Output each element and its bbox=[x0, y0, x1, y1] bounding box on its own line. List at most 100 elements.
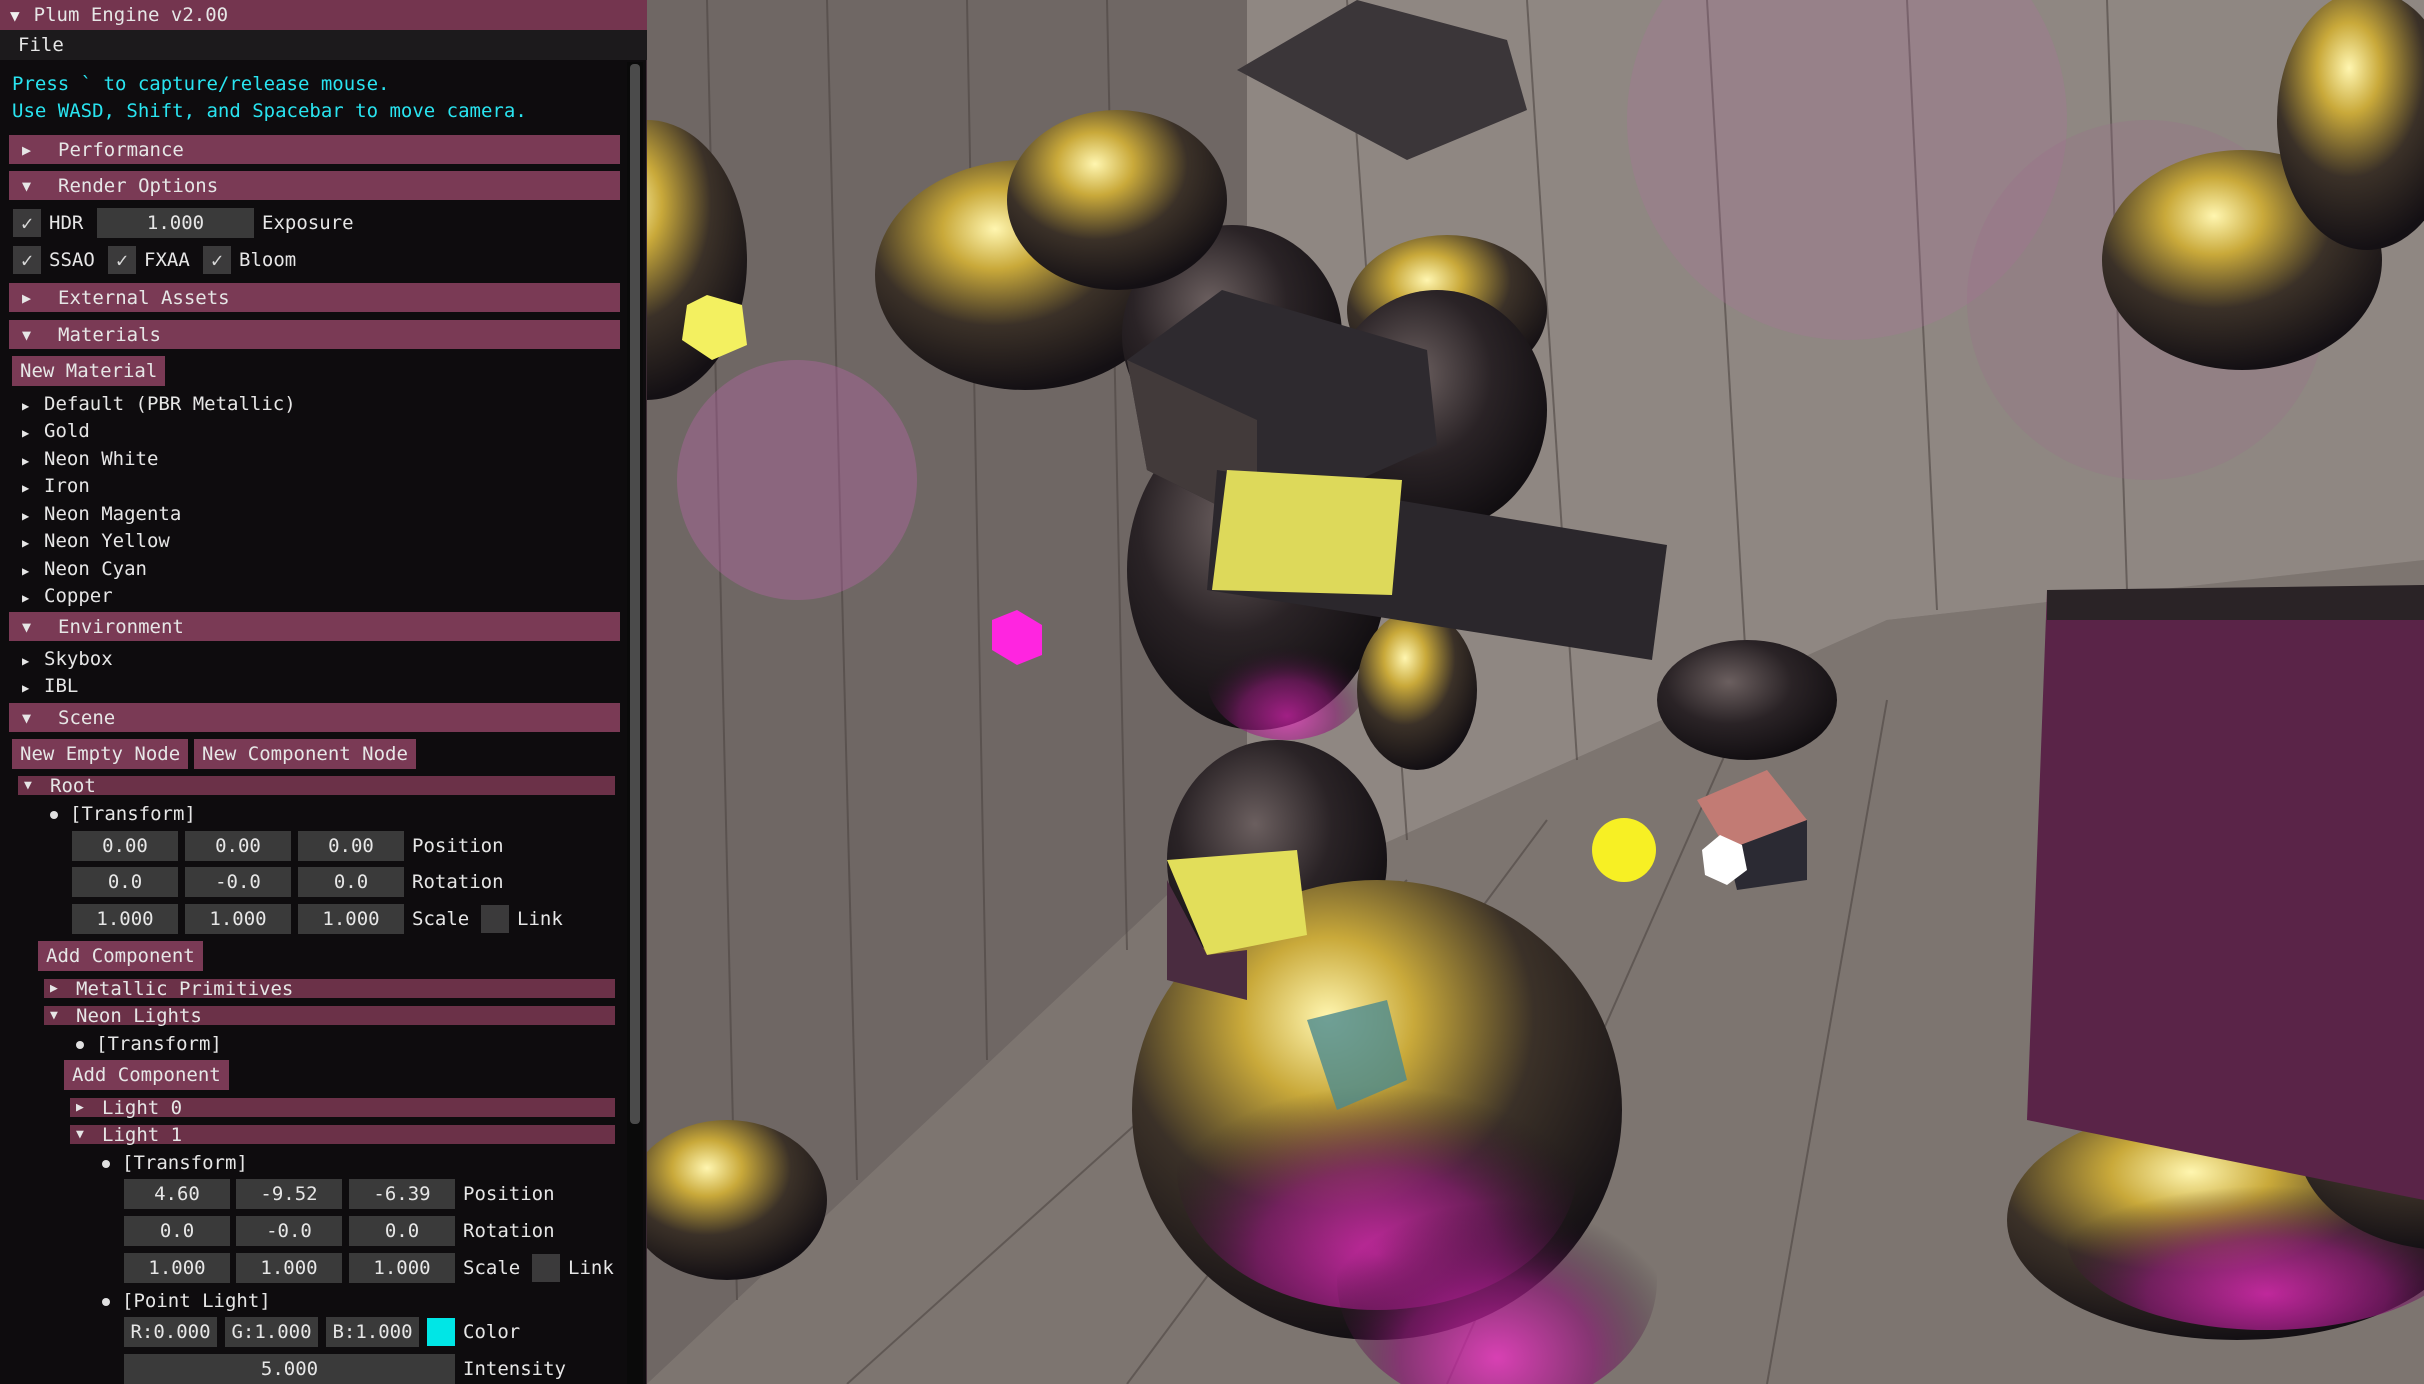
collapse-arrow-icon: ▼ bbox=[22, 325, 32, 344]
light1-position-z[interactable]: -6.39 bbox=[349, 1179, 455, 1209]
root-position-z[interactable]: 0.00 bbox=[298, 831, 404, 861]
tree-node-root[interactable]: ▼ Root bbox=[18, 775, 615, 797]
expand-arrow-icon: ▶ bbox=[22, 140, 32, 159]
color-r-field[interactable]: R:0.000 bbox=[124, 1317, 217, 1347]
light1-position-x[interactable]: 4.60 bbox=[124, 1179, 230, 1209]
root-rotation-x[interactable]: 0.0 bbox=[72, 867, 178, 897]
light1-scale-z[interactable]: 1.000 bbox=[349, 1253, 455, 1283]
position-label: Position bbox=[412, 835, 504, 857]
environment-label: Skybox bbox=[44, 648, 113, 670]
expand-arrow-icon: ▶ bbox=[22, 591, 30, 605]
neon-lights-transform: [Transform] bbox=[76, 1033, 222, 1055]
material-label: Neon Yellow bbox=[44, 530, 170, 552]
tree-node-metallic-primitives[interactable]: ▶ Metallic Primitives bbox=[44, 977, 615, 1000]
hdr-checkbox[interactable]: ✓ bbox=[13, 209, 41, 237]
bullet-icon bbox=[50, 810, 58, 819]
tree-node-neon-lights[interactable]: ▼ Neon Lights bbox=[44, 1005, 615, 1027]
material-item[interactable]: ▶ Default (PBR Metallic) bbox=[22, 393, 296, 415]
section-label: Scene bbox=[58, 706, 116, 729]
root-scale-z[interactable]: 1.000 bbox=[298, 904, 404, 934]
section-render-options[interactable]: ▼ Render Options bbox=[9, 171, 620, 200]
material-item[interactable]: ▶ Gold bbox=[22, 420, 90, 442]
light1-rotation-x[interactable]: 0.0 bbox=[124, 1216, 230, 1246]
section-environment[interactable]: ▼ Environment bbox=[9, 612, 620, 641]
expand-arrow-icon: ▶ bbox=[22, 681, 30, 695]
environment-item[interactable]: ▶ IBL bbox=[22, 675, 78, 697]
root-transform: [Transform] bbox=[50, 803, 196, 825]
ssao-checkbox[interactable]: ✓ bbox=[13, 246, 41, 274]
material-item[interactable]: ▶ Copper bbox=[22, 585, 113, 607]
expand-arrow-icon: ▶ bbox=[22, 654, 30, 668]
section-performance[interactable]: ▶ Performance bbox=[9, 135, 620, 164]
bloom-checkbox[interactable]: ✓ bbox=[203, 246, 231, 274]
light1-scale-x[interactable]: 1.000 bbox=[124, 1253, 230, 1283]
material-item[interactable]: ▶ Neon Cyan bbox=[22, 558, 147, 580]
section-scene[interactable]: ▼ Scene bbox=[9, 703, 620, 732]
bullet-icon bbox=[76, 1040, 84, 1049]
expand-arrow-icon: ▶ bbox=[22, 426, 30, 440]
expand-arrow-icon: ▶ bbox=[22, 509, 30, 523]
add-component-button[interactable]: Add Component bbox=[38, 941, 203, 971]
check-icon: ✓ bbox=[20, 211, 34, 235]
scene-render bbox=[647, 0, 2424, 1384]
root-link-checkbox[interactable] bbox=[481, 905, 509, 933]
material-label: Neon White bbox=[44, 448, 159, 470]
panel-scrollbar[interactable] bbox=[627, 62, 643, 1384]
root-rotation-z[interactable]: 0.0 bbox=[298, 867, 404, 897]
tree-node-light-0[interactable]: ▶ Light 0 bbox=[70, 1096, 615, 1119]
light1-transform: [Transform] bbox=[102, 1152, 248, 1174]
new-empty-node-button[interactable]: New Empty Node bbox=[12, 739, 189, 769]
section-label: Materials bbox=[58, 323, 161, 346]
light1-link-checkbox[interactable] bbox=[532, 1254, 560, 1282]
light1-rotation-z[interactable]: 0.0 bbox=[349, 1216, 455, 1246]
material-item[interactable]: ▶ Neon Yellow bbox=[22, 530, 170, 552]
node-label: Metallic Primitives bbox=[76, 977, 294, 1000]
material-item[interactable]: ▶ Neon White bbox=[22, 448, 158, 470]
material-item[interactable]: ▶ Neon Magenta bbox=[22, 503, 181, 525]
new-material-button[interactable]: New Material bbox=[12, 356, 166, 386]
add-component-button[interactable]: Add Component bbox=[64, 1060, 229, 1090]
menu-file[interactable]: File bbox=[18, 34, 64, 56]
root-scale-y[interactable]: 1.000 bbox=[185, 904, 291, 934]
light1-rotation-y[interactable]: -0.0 bbox=[236, 1216, 342, 1246]
scrollbar-thumb[interactable] bbox=[630, 64, 640, 1124]
window-titlebar[interactable]: ▼ Plum Engine v2.00 bbox=[0, 0, 647, 30]
exposure-label: Exposure bbox=[262, 212, 354, 234]
section-external-assets[interactable]: ▶ External Assets bbox=[9, 283, 620, 312]
environment-item[interactable]: ▶ Skybox bbox=[22, 648, 113, 670]
expand-arrow-icon: ▶ bbox=[22, 481, 30, 495]
intensity-field[interactable]: 5.000 bbox=[124, 1354, 455, 1384]
root-position-y[interactable]: 0.00 bbox=[185, 831, 291, 861]
fxaa-label: FXAA bbox=[144, 249, 190, 271]
fxaa-checkbox[interactable]: ✓ bbox=[108, 246, 136, 274]
menu-bar: File bbox=[0, 30, 647, 60]
node-label: Light 0 bbox=[102, 1096, 183, 1119]
section-materials[interactable]: ▼ Materials bbox=[9, 320, 620, 349]
expand-arrow-icon: ▶ bbox=[50, 981, 58, 996]
tree-node-light-1[interactable]: ▼ Light 1 bbox=[70, 1123, 615, 1146]
scene-viewport[interactable] bbox=[647, 0, 2424, 1384]
material-label: Neon Cyan bbox=[44, 558, 147, 580]
bullet-icon bbox=[102, 1159, 110, 1168]
color-b-field[interactable]: B:1.000 bbox=[326, 1317, 419, 1347]
light1-scale-y[interactable]: 1.000 bbox=[236, 1253, 342, 1283]
new-component-node-button[interactable]: New Component Node bbox=[194, 739, 416, 769]
section-label: Environment bbox=[58, 615, 184, 638]
collapse-arrow-icon: ▼ bbox=[22, 176, 32, 195]
material-item[interactable]: ▶ Iron bbox=[22, 475, 90, 497]
node-label: Light 1 bbox=[102, 1123, 183, 1146]
expand-arrow-icon: ▶ bbox=[22, 564, 30, 578]
color-g-field[interactable]: G:1.000 bbox=[225, 1317, 318, 1347]
light1-position-y[interactable]: -9.52 bbox=[236, 1179, 342, 1209]
check-icon: ✓ bbox=[20, 248, 34, 272]
window-title: Plum Engine v2.00 bbox=[33, 4, 229, 26]
root-rotation-y[interactable]: -0.0 bbox=[185, 867, 291, 897]
root-position-x[interactable]: 0.00 bbox=[72, 831, 178, 861]
exposure-field[interactable]: 1.000 bbox=[97, 208, 254, 238]
expand-arrow-icon: ▶ bbox=[22, 288, 32, 307]
collapse-icon[interactable]: ▼ bbox=[10, 6, 20, 25]
color-swatch[interactable] bbox=[427, 1318, 455, 1346]
ssao-label: SSAO bbox=[49, 249, 95, 271]
environment-label: IBL bbox=[44, 675, 79, 697]
root-scale-x[interactable]: 1.000 bbox=[72, 904, 178, 934]
